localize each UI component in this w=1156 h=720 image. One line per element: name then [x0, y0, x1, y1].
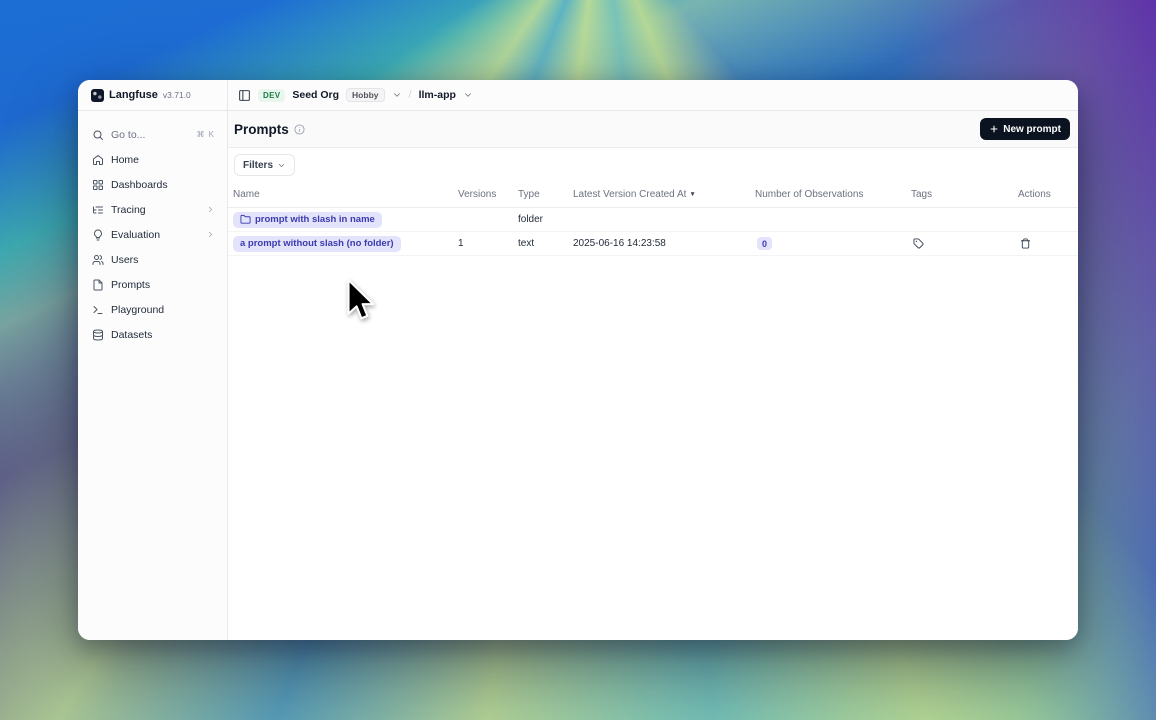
column-header-tags[interactable]: Tags — [911, 189, 1018, 200]
delete-prompt-button[interactable] — [1018, 236, 1033, 251]
sidebar-item-label: Datasets — [111, 329, 152, 341]
breadcrumb-separator: / — [409, 89, 412, 101]
tracing-icon — [92, 204, 104, 216]
langfuse-app-window: Langfuse v3.71.0 DEV Seed Org Hobby / ll… — [78, 80, 1078, 640]
desktop-wallpaper: Langfuse v3.71.0 DEV Seed Org Hobby / ll… — [0, 0, 1156, 720]
info-icon[interactable] — [294, 124, 305, 135]
prompt-name: prompt with slash in name — [255, 214, 375, 225]
trash-icon — [1020, 238, 1031, 249]
sidebar-item-tracing[interactable]: Tracing — [78, 197, 227, 222]
env-badge: DEV — [258, 89, 285, 102]
prompts-icon — [92, 279, 104, 291]
go-to-label: Go to... — [111, 129, 145, 141]
type-cell: folder — [518, 214, 573, 225]
created-at-cell: 2025-06-16 14:23:58 — [573, 238, 755, 249]
observations-cell: 0 — [755, 237, 911, 250]
chevron-right-icon — [206, 205, 215, 214]
org-switcher-chevron-down-icon[interactable] — [392, 90, 402, 100]
langfuse-logo-icon — [91, 89, 104, 102]
add-tag-button[interactable] — [911, 236, 926, 251]
plus-icon — [989, 124, 999, 134]
sidebar-item-evaluation[interactable]: Evaluation — [78, 222, 227, 247]
playground-icon — [92, 304, 104, 316]
breadcrumb: DEV Seed Org Hobby / llm-app — [228, 80, 1078, 110]
evaluation-icon — [92, 229, 104, 241]
app-body: Go to... ⌘ K Home Dashboards — [78, 111, 1078, 640]
main-content: Prompts New prompt Filters — [228, 111, 1078, 640]
filters-toolbar: Filters — [228, 148, 1078, 182]
sort-descending-icon: ▼ — [689, 191, 695, 198]
brand-name: Langfuse — [109, 89, 158, 101]
org-name[interactable]: Seed Org — [292, 89, 339, 101]
sidebar-toggle-button[interactable] — [238, 89, 251, 102]
folder-icon — [240, 214, 251, 225]
sidebar-item-label: Dashboards — [111, 179, 168, 191]
sidebar-item-playground[interactable]: Playground — [78, 297, 227, 322]
sidebar-item-label: Playground — [111, 304, 164, 316]
sidebar-item-label: Home — [111, 154, 139, 166]
prompt-link[interactable]: a prompt without slash (no folder) — [233, 236, 401, 252]
observations-count-badge: 0 — [757, 237, 772, 250]
tags-cell — [911, 236, 1018, 251]
brand-version: v3.71.0 — [163, 90, 191, 100]
home-icon — [92, 154, 104, 166]
plan-badge: Hobby — [346, 88, 384, 102]
column-header-name[interactable]: Name — [233, 189, 458, 200]
page-title: Prompts — [234, 122, 289, 137]
keyboard-shortcut: ⌘ K — [196, 130, 215, 139]
go-to-search[interactable]: Go to... ⌘ K — [78, 122, 227, 147]
column-header-label: Latest Version Created At — [573, 189, 686, 200]
new-prompt-button-label: New prompt — [1003, 124, 1061, 135]
search-icon — [92, 129, 104, 141]
prompt-folder-link[interactable]: prompt with slash in name — [233, 212, 382, 228]
sidebar-item-label: Users — [111, 254, 138, 266]
column-header-latest-version-created-at[interactable]: Latest Version Created At ▼ — [573, 189, 755, 200]
column-header-number-of-observations[interactable]: Number of Observations — [755, 189, 911, 200]
table-row[interactable]: prompt with slash in name folder — [228, 208, 1078, 232]
filters-button-label: Filters — [243, 160, 273, 171]
type-cell: text — [518, 238, 573, 249]
column-header-type[interactable]: Type — [518, 189, 573, 200]
project-switcher-chevron-down-icon[interactable] — [463, 90, 473, 100]
table-header-row: Name Versions Type Latest Version Create… — [228, 182, 1078, 208]
sidebar-item-dashboards[interactable]: Dashboards — [78, 172, 227, 197]
column-header-versions[interactable]: Versions — [458, 189, 518, 200]
chevron-right-icon — [206, 230, 215, 239]
sidebar-item-home[interactable]: Home — [78, 147, 227, 172]
brand-area: Langfuse v3.71.0 — [78, 80, 228, 110]
column-header-actions: Actions — [1018, 189, 1078, 200]
new-prompt-button[interactable]: New prompt — [980, 118, 1070, 140]
page-header: Prompts New prompt — [228, 111, 1078, 148]
sidebar: Go to... ⌘ K Home Dashboards — [78, 111, 228, 640]
sidebar-item-label: Evaluation — [111, 229, 160, 241]
filters-button[interactable]: Filters — [234, 154, 295, 176]
top-bar: Langfuse v3.71.0 DEV Seed Org Hobby / ll… — [78, 80, 1078, 111]
sidebar-item-datasets[interactable]: Datasets — [78, 322, 227, 347]
actions-cell — [1018, 236, 1078, 251]
chevron-down-icon — [277, 161, 286, 170]
project-name[interactable]: llm-app — [419, 89, 456, 101]
sidebar-item-label: Tracing — [111, 204, 146, 216]
sidebar-item-label: Prompts — [111, 279, 150, 291]
dashboards-icon — [92, 179, 104, 191]
prompt-name: a prompt without slash (no folder) — [240, 238, 394, 249]
tag-icon — [913, 238, 924, 249]
sidebar-item-users[interactable]: Users — [78, 247, 227, 272]
table-row[interactable]: a prompt without slash (no folder) 1 tex… — [228, 232, 1078, 256]
versions-cell: 1 — [458, 238, 518, 249]
prompts-table: Name Versions Type Latest Version Create… — [228, 182, 1078, 256]
panel-left-icon — [238, 89, 251, 102]
users-icon — [92, 254, 104, 266]
sidebar-item-prompts[interactable]: Prompts — [78, 272, 227, 297]
datasets-icon — [92, 329, 104, 341]
